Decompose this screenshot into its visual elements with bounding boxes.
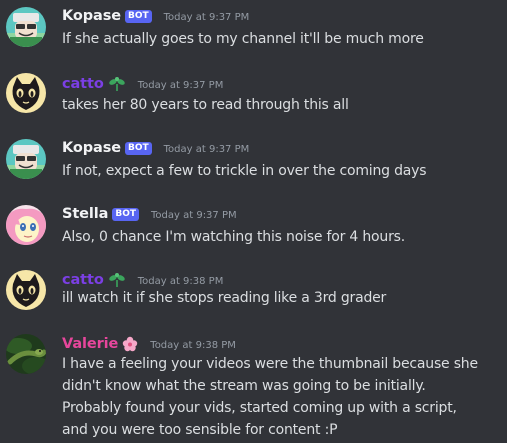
avatar[interactable] bbox=[6, 205, 46, 245]
username[interactable]: catto bbox=[62, 76, 104, 92]
message-content: If she actually goes to my channel it'll… bbox=[62, 28, 424, 50]
timestamp: Today at 9:37 PM bbox=[163, 11, 250, 23]
message-text: and you were too sensible for content :P bbox=[62, 422, 338, 438]
message-text: If not, expect a few to trickle in over … bbox=[62, 163, 427, 179]
message-text: If she actually goes to my channel it'll… bbox=[62, 31, 424, 47]
message: Stella BOT Today at 9:37 PM Also, 0 chan… bbox=[0, 198, 507, 258]
avatar[interactable] bbox=[6, 139, 46, 179]
bot-badge: BOT bbox=[124, 142, 152, 155]
username[interactable]: Kopase bbox=[62, 8, 121, 24]
username[interactable]: catto bbox=[62, 272, 104, 288]
avatar[interactable] bbox=[6, 270, 46, 310]
timestamp: Today at 9:37 PM bbox=[137, 79, 224, 91]
sprout-icon bbox=[108, 76, 126, 92]
bot-badge: BOT bbox=[112, 208, 139, 221]
message-text: Probably found your vids, started coming… bbox=[62, 400, 457, 416]
message-text: I have a feeling your videos were the th… bbox=[62, 356, 478, 372]
message-content: takes her 80 years to read through this … bbox=[62, 94, 349, 116]
flower-icon bbox=[122, 336, 138, 352]
sprout-icon bbox=[108, 272, 126, 288]
avatar[interactable] bbox=[6, 334, 46, 374]
message-content: ill watch it if she stops reading like a… bbox=[62, 287, 386, 309]
message: catto Today at 9:38 PM ill watch it if s… bbox=[0, 264, 507, 324]
message: catto Today at 9:37 PM takes her 80 year… bbox=[0, 66, 507, 126]
bot-badge: BOT bbox=[124, 10, 152, 23]
message-content: I have a feeling your videos were the th… bbox=[62, 353, 478, 441]
timestamp: Today at 9:37 PM bbox=[163, 143, 250, 155]
message-text: ill watch it if she stops reading like a… bbox=[62, 290, 387, 306]
message: Kopase BOT Today at 9:37 PM If she actua… bbox=[0, 0, 507, 60]
timestamp: Today at 9:38 PM bbox=[137, 275, 224, 287]
message-text: takes her 80 years to read through this … bbox=[62, 97, 349, 113]
message-content: Also, 0 chance I'm watching this noise f… bbox=[62, 226, 405, 248]
message: Kopase BOT Today at 9:37 PM If not, expe… bbox=[0, 132, 507, 192]
username[interactable]: Kopase bbox=[62, 140, 121, 156]
username[interactable]: Valerie bbox=[62, 336, 118, 352]
avatar[interactable] bbox=[6, 73, 46, 113]
message-text: didn't know what the stream was going to… bbox=[62, 378, 426, 394]
avatar[interactable] bbox=[6, 7, 46, 47]
message-content: If not, expect a few to trickle in over … bbox=[62, 160, 427, 182]
message: Valerie Today at 9:38 PM I have a feelin… bbox=[0, 330, 507, 443]
message-text: Also, 0 chance I'm watching this noise f… bbox=[62, 229, 405, 245]
username[interactable]: Stella bbox=[62, 206, 108, 222]
timestamp: Today at 9:37 PM bbox=[151, 209, 237, 221]
timestamp: Today at 9:38 PM bbox=[150, 339, 236, 351]
